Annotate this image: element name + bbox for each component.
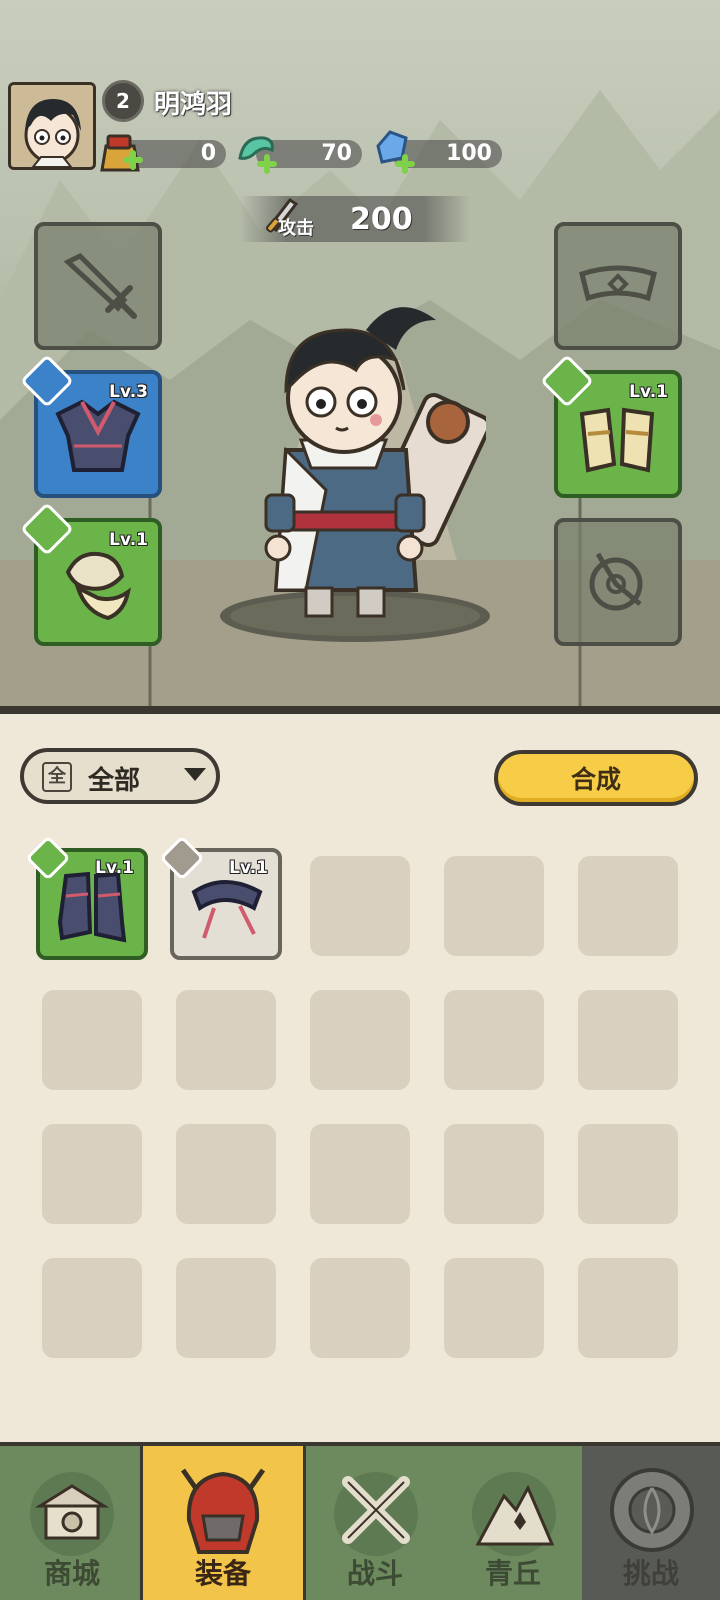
mountain-icon bbox=[472, 1472, 556, 1556]
inventory-empty-slot bbox=[42, 1258, 142, 1358]
nav-tab-challenge[interactable]: 挑战 bbox=[582, 1446, 720, 1600]
inventory-item-dark-belt[interactable]: Lv.1 bbox=[159, 835, 282, 960]
filter-label: 全部 bbox=[88, 766, 141, 796]
inventory-empty-slot bbox=[310, 1258, 410, 1358]
equip-slot-accessory[interactable] bbox=[554, 518, 682, 646]
inventory-empty-slot bbox=[42, 1124, 142, 1224]
nav-tab-shop[interactable]: 商城 bbox=[0, 1446, 144, 1600]
inventory-empty-slot bbox=[176, 990, 276, 1090]
inventory-empty-slot bbox=[578, 856, 678, 956]
accessory-placeholder-icon bbox=[589, 552, 643, 611]
attack-value: 200 bbox=[350, 202, 413, 237]
nav-tab-challenge-label: 挑战 bbox=[622, 1557, 679, 1590]
equip-slot-boots-level: Lv.1 bbox=[109, 530, 148, 550]
inventory-filter-dropdown[interactable]: 全 全部 bbox=[20, 748, 220, 804]
player-name: 明鸿羽 bbox=[154, 90, 233, 120]
player-level-badge: 2 bbox=[102, 80, 144, 122]
weapon-placeholder-icon bbox=[63, 252, 137, 319]
crossed-swords-icon bbox=[334, 1472, 418, 1556]
equip-slot-boots[interactable]: Lv.1 bbox=[20, 502, 162, 646]
scene-divider bbox=[0, 706, 720, 714]
helmet-icon bbox=[180, 1468, 266, 1554]
equip-slot-belt[interactable] bbox=[554, 222, 682, 350]
hero-portrait-icon bbox=[11, 85, 93, 167]
inventory-empty-slot bbox=[176, 1258, 276, 1358]
chevron-down-icon bbox=[184, 768, 206, 781]
nav-tab-battle[interactable]: 战斗 bbox=[306, 1446, 444, 1600]
inventory-empty-slot bbox=[310, 1124, 410, 1224]
inventory-empty-slot bbox=[578, 1258, 678, 1358]
attack-label: 攻击 bbox=[278, 218, 314, 239]
blue-crystal-icon[interactable] bbox=[372, 128, 420, 176]
inventory-empty-slot bbox=[444, 1124, 544, 1224]
item-level: Lv.1 bbox=[229, 858, 268, 878]
belt-placeholder-icon bbox=[579, 265, 657, 302]
hero-character[interactable] bbox=[246, 290, 486, 630]
inventory-empty-slot bbox=[444, 856, 544, 956]
player-avatar[interactable] bbox=[8, 82, 96, 170]
bottom-navigation: 商城 装备 战斗 青丘 挑战 bbox=[0, 1442, 720, 1600]
nav-tab-battle-label: 战斗 bbox=[346, 1557, 403, 1590]
shop-icon bbox=[30, 1472, 114, 1556]
inventory-item-dark-boots[interactable]: Lv.1 bbox=[25, 835, 148, 960]
equip-slot-weapon[interactable] bbox=[34, 222, 162, 350]
inventory-empty-slot bbox=[42, 990, 142, 1090]
nav-tab-qingqiu[interactable]: 青丘 bbox=[444, 1446, 582, 1600]
coin-pouch-icon[interactable] bbox=[96, 128, 144, 176]
equip-slot-armor-level: Lv.3 bbox=[109, 382, 148, 402]
equip-slot-helmet[interactable]: Lv.1 bbox=[540, 354, 682, 498]
inventory-empty-slot bbox=[578, 990, 678, 1090]
equip-slot-armor[interactable]: Lv.3 bbox=[20, 354, 162, 498]
compose-button[interactable]: 合成 bbox=[494, 750, 698, 806]
inventory-empty-slot bbox=[310, 856, 410, 956]
nav-tab-equipment-label: 装备 bbox=[194, 1557, 251, 1590]
inventory-empty-slot bbox=[578, 1124, 678, 1224]
item-level: Lv.1 bbox=[95, 858, 134, 878]
equip-slot-helmet-level: Lv.1 bbox=[629, 382, 668, 402]
nav-tab-shop-label: 商城 bbox=[43, 1557, 100, 1590]
inventory-empty-slot bbox=[310, 990, 410, 1090]
challenge-icon bbox=[610, 1468, 694, 1552]
inventory-empty-slot bbox=[176, 1124, 276, 1224]
jade-dragon-icon[interactable] bbox=[234, 128, 282, 176]
nav-tab-qingqiu-label: 青丘 bbox=[484, 1557, 541, 1590]
filter-all-icon: 全 bbox=[42, 762, 72, 792]
nav-tab-equipment[interactable]: 装备 bbox=[140, 1446, 306, 1600]
inventory-empty-slot bbox=[444, 990, 544, 1090]
inventory-empty-slot bbox=[444, 1258, 544, 1358]
